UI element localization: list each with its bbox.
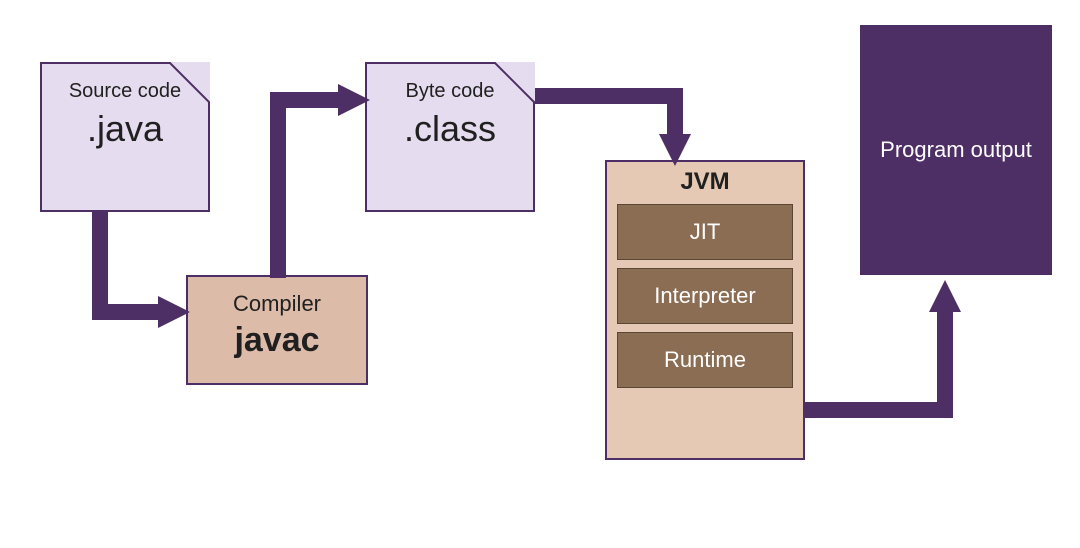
- arrow-bytecode-to-jvm: [535, 80, 695, 170]
- compiler-box: Compiler javac: [186, 275, 368, 385]
- jvm-title: JVM: [607, 168, 803, 196]
- arrow-jvm-to-output: [805, 270, 975, 430]
- arrow-compiler-to-bytecode: [270, 80, 380, 280]
- source-file-ext: .java: [40, 108, 210, 150]
- jvm-part-runtime: Runtime: [617, 332, 793, 388]
- bytecode-file-ext: .class: [365, 108, 535, 150]
- java-compile-flow-diagram: Source code .java Compiler javac Byte co…: [0, 0, 1080, 548]
- program-output-label: Program output: [880, 136, 1032, 165]
- bytecode-file-box: Byte code .class: [365, 62, 535, 212]
- compiler-label: Compiler: [188, 291, 366, 317]
- compiler-name: javac: [188, 321, 366, 360]
- bytecode-file-label: Byte code: [365, 80, 535, 102]
- arrow-source-to-compiler: [80, 212, 200, 342]
- source-file-box: Source code .java: [40, 62, 210, 212]
- jvm-box: JVM JIT Interpreter Runtime: [605, 160, 805, 460]
- jvm-part-jit: JIT: [617, 204, 793, 260]
- jvm-part-interpreter: Interpreter: [617, 268, 793, 324]
- source-file-label: Source code: [40, 80, 210, 102]
- program-output-box: Program output: [860, 25, 1052, 275]
